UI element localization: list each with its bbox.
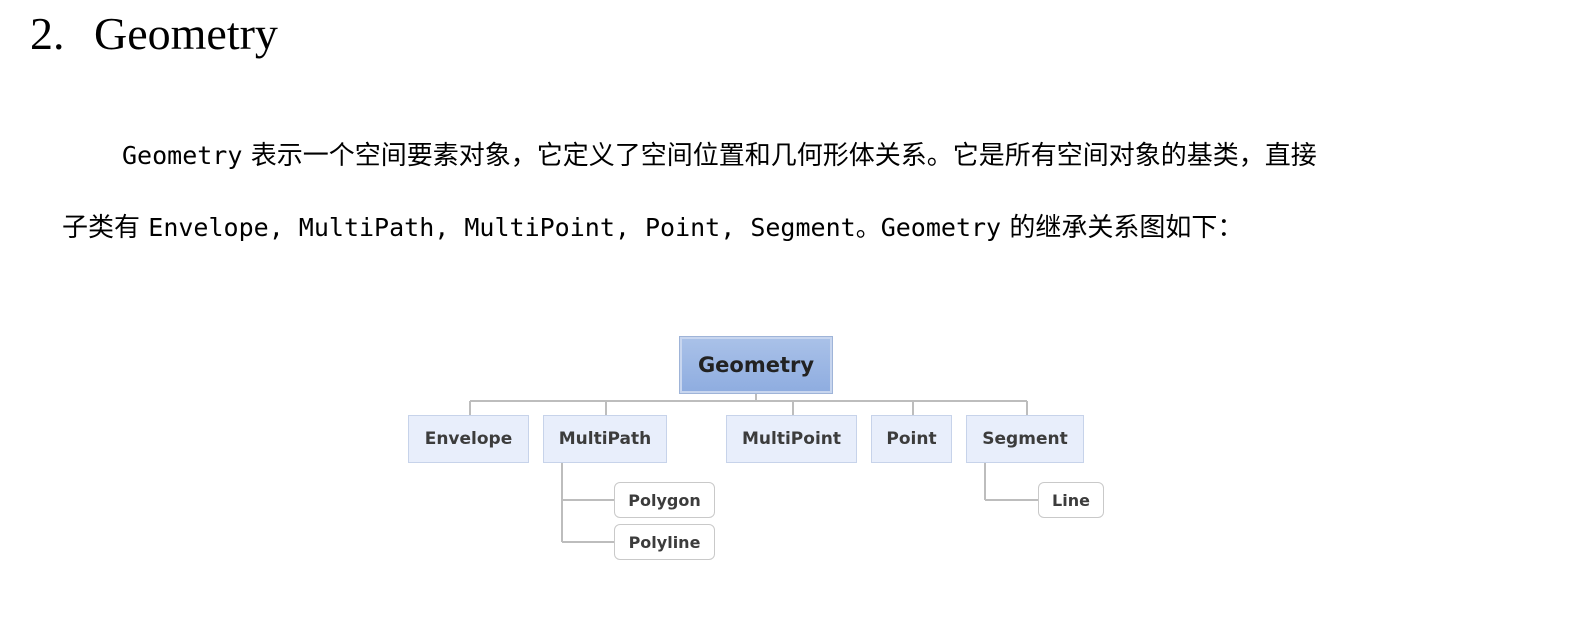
node-multipoint: MultiPoint [726,415,857,463]
node-polygon: Polygon [614,482,715,518]
inheritance-diagram: Geometry Envelope MultiPath MultiPoint P… [0,0,1578,631]
connector-lines [469,392,1038,543]
node-multipath: MultiPath [543,415,667,463]
node-geometry: Geometry [680,337,832,393]
node-envelope: Envelope [408,415,529,463]
node-segment: Segment [966,415,1084,463]
node-line: Line [1038,482,1104,518]
node-polyline: Polyline [614,524,715,560]
node-point: Point [871,415,952,463]
